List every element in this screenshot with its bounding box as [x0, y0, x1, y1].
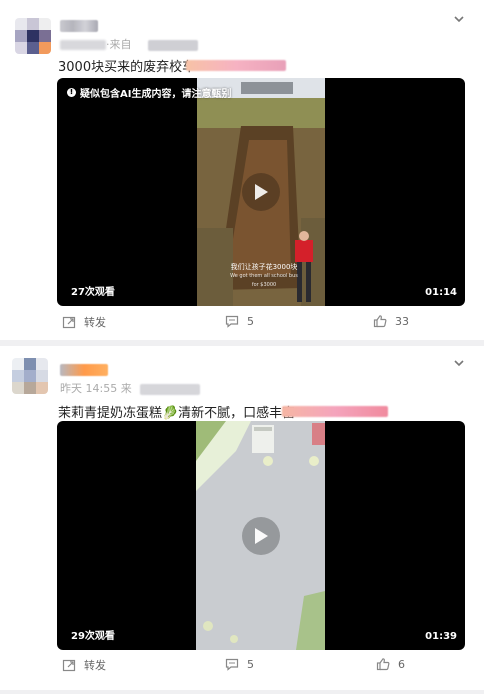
view-count: 29次观看 [71, 631, 115, 642]
like-button[interactable]: 6 [376, 657, 405, 671]
ai-content-notice: ! 疑似包含AI生成内容，请注意甄别 [67, 85, 231, 100]
like-button[interactable]: 33 [373, 314, 409, 328]
link-blurred[interactable] [282, 406, 388, 417]
thumbs-up-icon [373, 315, 387, 328]
feed-post-1: ·来自 3000块买来的废弃校车 ! 疑似包含AI生成内容，请注意甄别 我们让孩… [0, 0, 484, 340]
repost-icon [62, 659, 76, 672]
meta-blurred [140, 384, 200, 395]
post-meta: ·来自 [60, 36, 132, 52]
video-duration: 01:14 [425, 287, 457, 298]
avatar[interactable] [15, 18, 51, 54]
thumbs-up-icon [376, 658, 390, 671]
repost-icon [62, 316, 76, 329]
play-icon[interactable] [242, 173, 280, 211]
username-blurred[interactable] [60, 20, 98, 32]
username-blurred[interactable] [60, 364, 108, 376]
chevron-down-icon[interactable] [452, 12, 466, 26]
avatar[interactable] [12, 358, 48, 394]
post-text: 茉莉青提奶冻蛋糕🥬清新不腻，口感丰富～ [58, 406, 309, 421]
feed-post-2: 昨天 14:55 来 茉莉青提奶冻蛋糕🥬清新不腻，口感丰富～ 29次观看 01:… [0, 346, 484, 690]
meta-blurred [148, 40, 198, 51]
view-count: 27次观看 [71, 287, 115, 298]
repost-button[interactable]: 转发 [62, 314, 106, 330]
post-meta: 昨天 14:55 来 [60, 382, 132, 395]
comment-icon [225, 658, 239, 671]
play-icon[interactable] [242, 517, 280, 555]
info-icon: ! [67, 88, 76, 97]
chevron-down-icon[interactable] [452, 356, 466, 370]
link-blurred[interactable] [186, 60, 286, 71]
video-player[interactable]: 29次观看 01:39 [57, 421, 465, 650]
comment-icon [225, 315, 239, 328]
repost-button[interactable]: 转发 [62, 657, 106, 673]
video-player[interactable]: ! 疑似包含AI生成内容，请注意甄别 我们让孩子花3000块 We got th… [57, 78, 465, 306]
post-text: 3000块买来的废弃校车 [58, 60, 196, 75]
comment-button[interactable]: 5 [225, 314, 254, 328]
video-caption: 我们让孩子花3000块 We got them all school bus f… [230, 263, 298, 288]
video-duration: 01:39 [425, 631, 457, 642]
comment-button[interactable]: 5 [225, 657, 254, 671]
